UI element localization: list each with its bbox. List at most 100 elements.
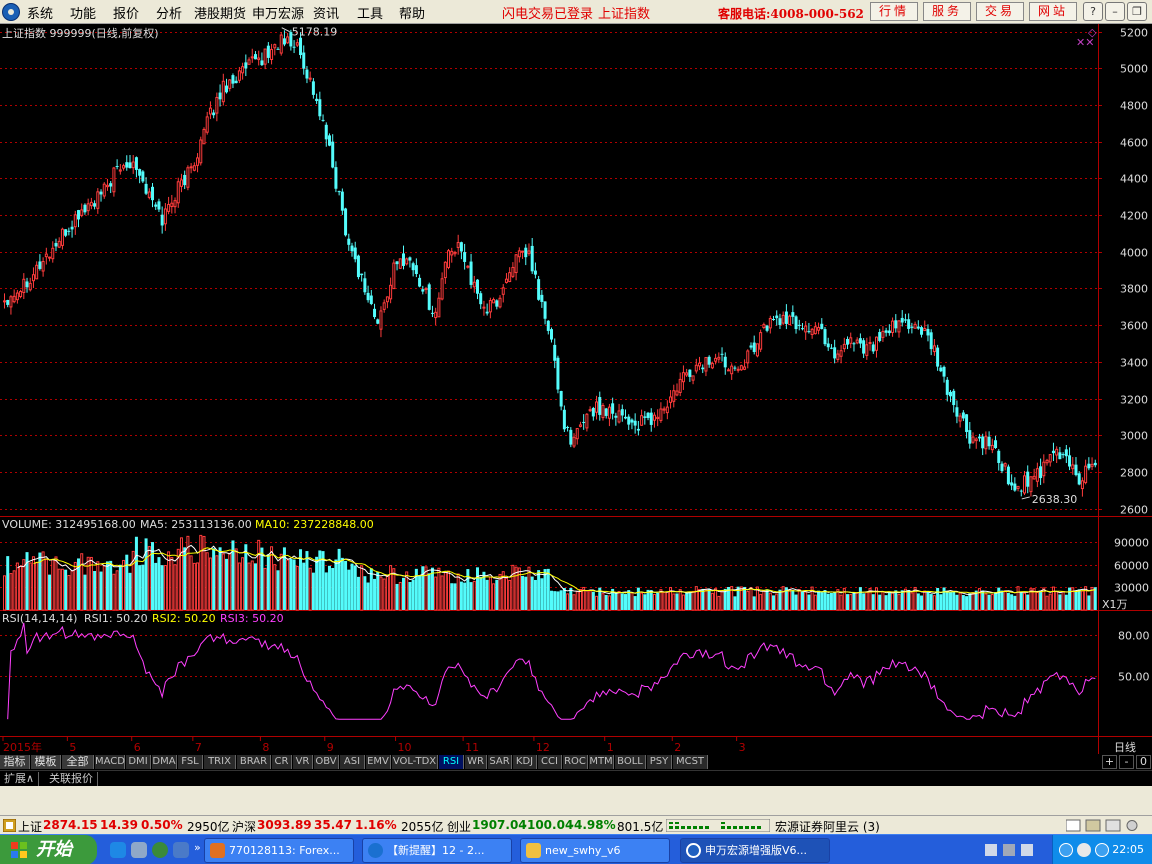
- stock-chart[interactable]: 5200 5000 4800 4600 4400 4200 4000 3800 3600 3400…: [0, 24, 1152, 754]
- indicator-tab-dma[interactable]: DMA: [152, 755, 177, 769]
- menu-tools[interactable]: 工具: [357, 3, 383, 22]
- tray-forward-icon[interactable]: [1095, 843, 1109, 857]
- candle: [762, 322, 766, 330]
- volume-bar: [897, 594, 901, 611]
- expand-tab[interactable]: 扩展∧: [0, 772, 40, 786]
- candle: [324, 122, 328, 147]
- indicator-tab-asi[interactable]: ASI: [340, 755, 365, 769]
- indicator-tab-kdj[interactable]: KDJ: [513, 755, 537, 769]
- indicator-tab-rsi[interactable]: RSI: [439, 755, 464, 769]
- task-swhy[interactable]: 申万宏源增强版V6...: [680, 838, 830, 863]
- indicator-tab-emv[interactable]: EMV: [366, 755, 391, 769]
- minimize-icon[interactable]: –: [1105, 2, 1125, 21]
- indicator-tab-roc[interactable]: ROC: [563, 755, 588, 769]
- quicklaunch-icon[interactable]: [173, 842, 189, 858]
- indicator-tab-模板[interactable]: 模板: [31, 755, 61, 769]
- candle: [64, 229, 68, 238]
- candle: [891, 317, 895, 337]
- website-button[interactable]: 网站: [1029, 2, 1077, 21]
- restore-icon[interactable]: ❐: [1127, 2, 1147, 21]
- menu-news[interactable]: 资讯: [313, 3, 339, 22]
- candle: [189, 163, 193, 174]
- menu-quote[interactable]: 报价: [113, 3, 139, 22]
- task-folder[interactable]: new_swhy_v6: [520, 838, 670, 863]
- volume-bar: [952, 591, 956, 610]
- indicator-tab-cci[interactable]: CCI: [538, 755, 562, 769]
- candle: [948, 390, 952, 403]
- volume-bar: [701, 588, 705, 610]
- indicator-tab-psy[interactable]: PSY: [647, 755, 672, 769]
- candle: [488, 297, 492, 319]
- tray-app-icon[interactable]: [1077, 843, 1091, 857]
- indicator-tab-dmi[interactable]: DMI: [126, 755, 151, 769]
- cy-index-name[interactable]: 创业: [447, 818, 471, 835]
- menu-help[interactable]: 帮助: [399, 3, 425, 22]
- menu-hk-futures[interactable]: 港股期货: [194, 3, 246, 22]
- hs-index-name[interactable]: 沪深: [232, 818, 256, 835]
- current-index-link[interactable]: 上证指数: [598, 3, 650, 22]
- flash-trade-status[interactable]: 闪电交易已登录: [502, 3, 593, 22]
- indicator-tab-obv[interactable]: OBV: [314, 755, 339, 769]
- indicator-tab-macd[interactable]: MACD: [95, 755, 125, 769]
- candle: [327, 133, 331, 147]
- ie-icon[interactable]: [110, 842, 126, 858]
- browser-icon[interactable]: [152, 842, 168, 858]
- start-button[interactable]: 开始: [0, 835, 97, 864]
- quicklaunch-more-icon[interactable]: »: [194, 841, 201, 854]
- menu-analysis[interactable]: 分析: [156, 3, 182, 22]
- indicator-tab-全部[interactable]: 全部: [62, 755, 94, 769]
- clock[interactable]: 22:05: [1112, 843, 1144, 856]
- volume-bar: [212, 548, 216, 610]
- service-button[interactable]: 服务: [923, 2, 971, 21]
- market-button[interactable]: 行情: [870, 2, 918, 21]
- volume-bar: [627, 590, 631, 610]
- candle: [80, 203, 84, 218]
- sh-index-name[interactable]: 上证: [18, 818, 42, 835]
- tray-back-icon[interactable]: [1059, 843, 1073, 857]
- candle: [366, 285, 370, 303]
- candle: [540, 290, 544, 308]
- task-reminder[interactable]: 【新提醒】12 - 2...: [362, 838, 512, 863]
- indicator-tab-vol-tdx[interactable]: VOL-TDX: [392, 755, 438, 769]
- menu-function[interactable]: 功能: [70, 3, 96, 22]
- trade-button[interactable]: 交易: [976, 2, 1024, 21]
- indicator-tab-boll[interactable]: BOLL: [615, 755, 646, 769]
- candle: [646, 411, 650, 421]
- indicator-tab-wr[interactable]: WR: [465, 755, 487, 769]
- menu-system[interactable]: 系统: [27, 3, 53, 22]
- indicator-tab-fsl[interactable]: FSL: [178, 755, 203, 769]
- toolbar-icon-1[interactable]: [985, 844, 997, 856]
- toolbar-icon-2[interactable]: [1003, 844, 1015, 856]
- indicator-tab-指标[interactable]: 指标: [0, 755, 30, 769]
- reset-button[interactable]: 0: [1136, 755, 1151, 769]
- volume-bar: [910, 592, 914, 611]
- show-desktop-icon[interactable]: [131, 842, 147, 858]
- min-label-pointer: [1021, 496, 1030, 500]
- candle: [775, 310, 779, 326]
- rsi-line: [7, 622, 1096, 720]
- broker-server[interactable]: 宏源证券阿里云 (3): [775, 818, 880, 835]
- ticker-icon[interactable]: [3, 819, 16, 832]
- zoom-in-button[interactable]: +: [1102, 755, 1117, 769]
- task-forex[interactable]: 770128113: Forex...: [204, 838, 354, 863]
- candle: [772, 315, 776, 321]
- toolbar-icon-3[interactable]: [1021, 844, 1033, 856]
- candle: [669, 390, 673, 409]
- indicator-tab-vr[interactable]: VR: [293, 755, 313, 769]
- indicator-tab-mcst[interactable]: MCST: [673, 755, 708, 769]
- related-quotes-tab[interactable]: 关联报价: [45, 772, 98, 786]
- indicator-tab-sar[interactable]: SAR: [488, 755, 512, 769]
- indicator-tab-mtm[interactable]: MTM: [589, 755, 614, 769]
- help-icon[interactable]: ?: [1083, 2, 1103, 21]
- indicator-tab-cr[interactable]: CR: [272, 755, 292, 769]
- indicator-tab-trix[interactable]: TRIX: [204, 755, 236, 769]
- zoom-out-button[interactable]: -: [1119, 755, 1134, 769]
- candle: [614, 412, 618, 426]
- candle: [823, 327, 827, 347]
- chart-area[interactable]: 5200 5000 4800 4600 4400 4200 4000 3800 3600 3400…: [0, 24, 1152, 754]
- candle: [134, 156, 138, 178]
- candle: [994, 435, 998, 449]
- menu-swhy[interactable]: 申万宏源: [252, 3, 304, 22]
- indicator-tab-brar[interactable]: BRAR: [237, 755, 271, 769]
- app-logo-icon[interactable]: [2, 3, 20, 21]
